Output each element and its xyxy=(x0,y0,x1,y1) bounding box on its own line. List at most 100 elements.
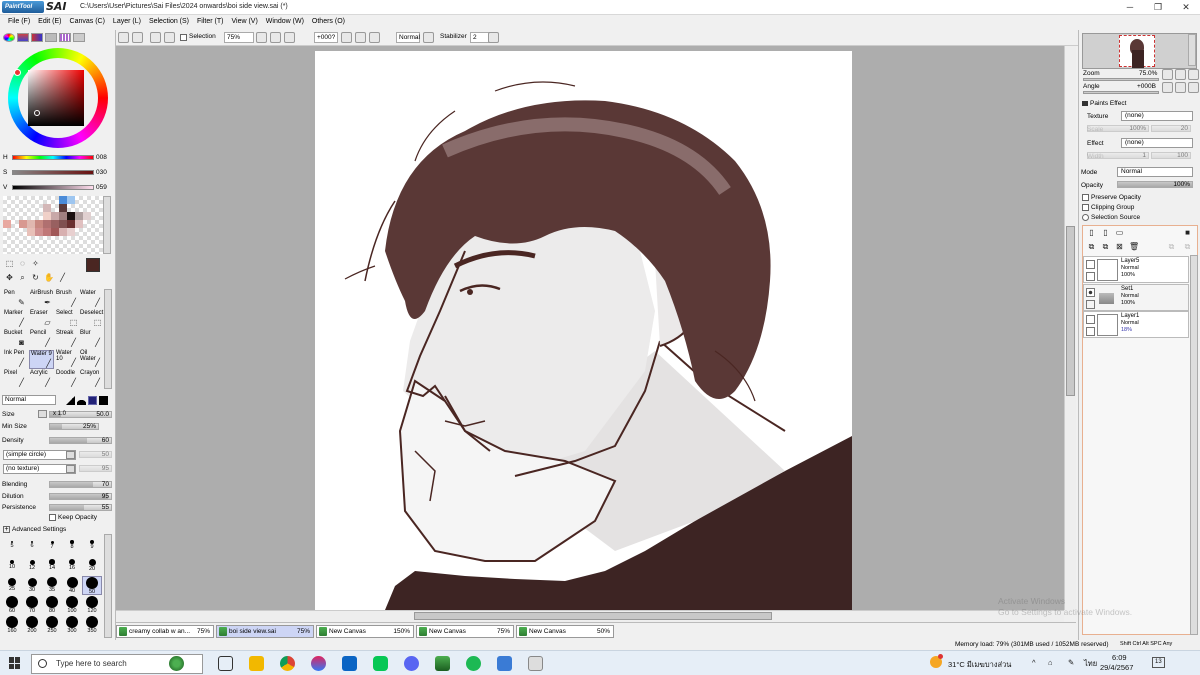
color-swatch[interactable] xyxy=(51,196,59,204)
color-swatch[interactable] xyxy=(27,212,35,220)
brush-size-preset[interactable]: 5 xyxy=(2,536,22,555)
tool-doodle[interactable]: Doodle ╱ xyxy=(55,370,80,389)
invert-selection-icon[interactable] xyxy=(164,32,175,43)
color-swatch[interactable] xyxy=(3,228,11,236)
document-tab[interactable]: New Canvas 75% xyxy=(416,625,514,638)
color-swatch[interactable] xyxy=(91,204,99,212)
color-swatch[interactable] xyxy=(51,236,59,244)
file-explorer-icon[interactable] xyxy=(249,656,264,671)
keep-opacity-checkbox[interactable] xyxy=(49,514,56,521)
color-swatch[interactable] xyxy=(51,220,59,228)
color-swatch[interactable] xyxy=(11,212,19,220)
zoom-tool-icon[interactable]: ⌕ xyxy=(18,273,27,282)
density-slider[interactable]: 60 xyxy=(49,437,112,444)
layer-row[interactable]: Layer1 Normal 18% xyxy=(1083,311,1189,338)
layer-opacity-slider[interactable]: 100% xyxy=(1117,181,1193,188)
brush-size-preset[interactable]: 12 xyxy=(22,556,42,575)
primary-color-swatch[interactable] xyxy=(86,258,100,272)
vertical-scrollbar[interactable] xyxy=(1064,46,1076,610)
tool-pixel[interactable]: Pixel ╱ xyxy=(3,370,28,389)
color-swatch[interactable] xyxy=(67,196,75,204)
eye-icon[interactable] xyxy=(1086,288,1095,297)
color-swatch[interactable] xyxy=(19,212,27,220)
nav-rotate-left-icon[interactable] xyxy=(1162,82,1173,93)
tool-water-10[interactable]: Water 10 ╱ xyxy=(55,350,80,369)
size-lock-icon[interactable] xyxy=(38,410,47,418)
size-slider[interactable]: x 1.0 50.0 xyxy=(49,411,112,418)
magic-wand-icon[interactable]: ✧ xyxy=(31,259,40,268)
sai-taskbar-icon[interactable] xyxy=(435,656,450,671)
shape-hard-icon[interactable] xyxy=(88,396,97,405)
blend-select[interactable]: Normal xyxy=(396,32,420,43)
nav-rotate-right-icon[interactable] xyxy=(1175,82,1186,93)
brush-size-preset[interactable]: 350 xyxy=(82,616,102,635)
shape-medium-icon[interactable] xyxy=(77,396,86,405)
color-swatch[interactable] xyxy=(11,236,19,244)
nav-zoom-in-icon[interactable] xyxy=(1175,69,1186,80)
clear-layer-icon[interactable]: ⊠ xyxy=(1115,242,1124,251)
tool-crayon[interactable]: Crayon ╱ xyxy=(79,370,104,389)
color-swatch[interactable] xyxy=(35,196,43,204)
rotate-tool-icon[interactable]: ↻ xyxy=(31,273,40,282)
zoom-out-icon[interactable] xyxy=(256,32,267,43)
swatch-grid[interactable] xyxy=(3,196,111,254)
shape-strength-slider[interactable]: 50 xyxy=(79,451,112,458)
clipping-group-checkbox[interactable] xyxy=(1082,204,1089,211)
menu-item[interactable]: File (F) xyxy=(4,15,34,29)
color-swatch[interactable] xyxy=(19,236,27,244)
flip-icon[interactable] xyxy=(423,32,434,43)
delete-layer-icon[interactable]: 🗑 xyxy=(1129,242,1139,251)
new-layer-icon[interactable]: ▯ xyxy=(1087,228,1096,237)
menu-item[interactable]: Filter (T) xyxy=(193,15,227,29)
color-swatch[interactable] xyxy=(3,236,11,244)
brush-shape-dropdown-icon[interactable] xyxy=(66,451,75,459)
tool-bucket[interactable]: Bucket ◙ xyxy=(3,330,28,349)
brush-size-preset[interactable]: 16 xyxy=(62,556,82,575)
color-swatch[interactable] xyxy=(35,228,43,236)
rotate-left-icon[interactable] xyxy=(341,32,352,43)
layer-row[interactable]: Layer5 Normal 100% xyxy=(1083,256,1189,283)
brush-size-preset[interactable]: 120 xyxy=(82,596,102,615)
color-swatch[interactable] xyxy=(67,236,75,244)
shape-soft-icon[interactable] xyxy=(66,396,75,405)
calculator-icon[interactable] xyxy=(497,656,512,671)
color-swatch[interactable] xyxy=(43,212,51,220)
color-swatch[interactable] xyxy=(43,236,51,244)
color-swatch[interactable] xyxy=(43,220,51,228)
swatch-tab-icon[interactable] xyxy=(59,33,71,42)
color-swatch[interactable] xyxy=(91,220,99,228)
color-swatch[interactable] xyxy=(91,196,99,204)
color-swatch[interactable] xyxy=(75,236,83,244)
discord-icon[interactable] xyxy=(404,656,419,671)
brush-size-preset[interactable]: 20 xyxy=(82,556,102,575)
color-swatch[interactable] xyxy=(27,220,35,228)
effect-select[interactable]: (none) xyxy=(1121,138,1193,148)
weather-text[interactable]: 31°C มีเมฆบางส่วน xyxy=(948,659,1011,671)
brush-size-preset[interactable]: 200 xyxy=(22,616,42,635)
task-view-icon[interactable] xyxy=(218,656,233,671)
layer-scrollbar[interactable] xyxy=(1190,255,1198,635)
brush-size-preset[interactable]: 25 xyxy=(2,576,22,595)
brush-size-preset[interactable]: 70 xyxy=(22,596,42,615)
document-tab[interactable]: boi side view.sai 75% xyxy=(216,625,314,638)
brush-size-preset[interactable]: 250 xyxy=(42,616,62,635)
scale-strength-slider[interactable]: 20 xyxy=(1151,125,1191,132)
clock-time[interactable]: 6:09 xyxy=(1112,653,1127,662)
layer-row[interactable]: Set1 Normal 100% xyxy=(1083,284,1189,311)
color-swatch[interactable] xyxy=(91,236,99,244)
persistence-slider[interactable]: 55 xyxy=(49,504,112,511)
lock-toggle[interactable] xyxy=(1086,300,1095,309)
color-swatch[interactable] xyxy=(3,220,11,228)
document-tab[interactable]: creamy collab w an... 75% xyxy=(116,625,214,638)
color-swatch[interactable] xyxy=(75,220,83,228)
color-swatch[interactable] xyxy=(27,204,35,212)
brush-size-preset[interactable]: 8 xyxy=(62,536,82,555)
visibility-toggle[interactable] xyxy=(1086,315,1095,324)
nav-angle-slider[interactable] xyxy=(1083,91,1159,94)
color-swatch[interactable] xyxy=(91,212,99,220)
brush-size-preset[interactable]: 35 xyxy=(42,576,62,595)
expand-icon[interactable]: + xyxy=(3,526,10,533)
tool-pen[interactable]: Pen ✎ xyxy=(3,290,28,309)
drawing-canvas[interactable] xyxy=(315,51,852,610)
tool-water[interactable]: Water ╱ xyxy=(79,290,104,309)
